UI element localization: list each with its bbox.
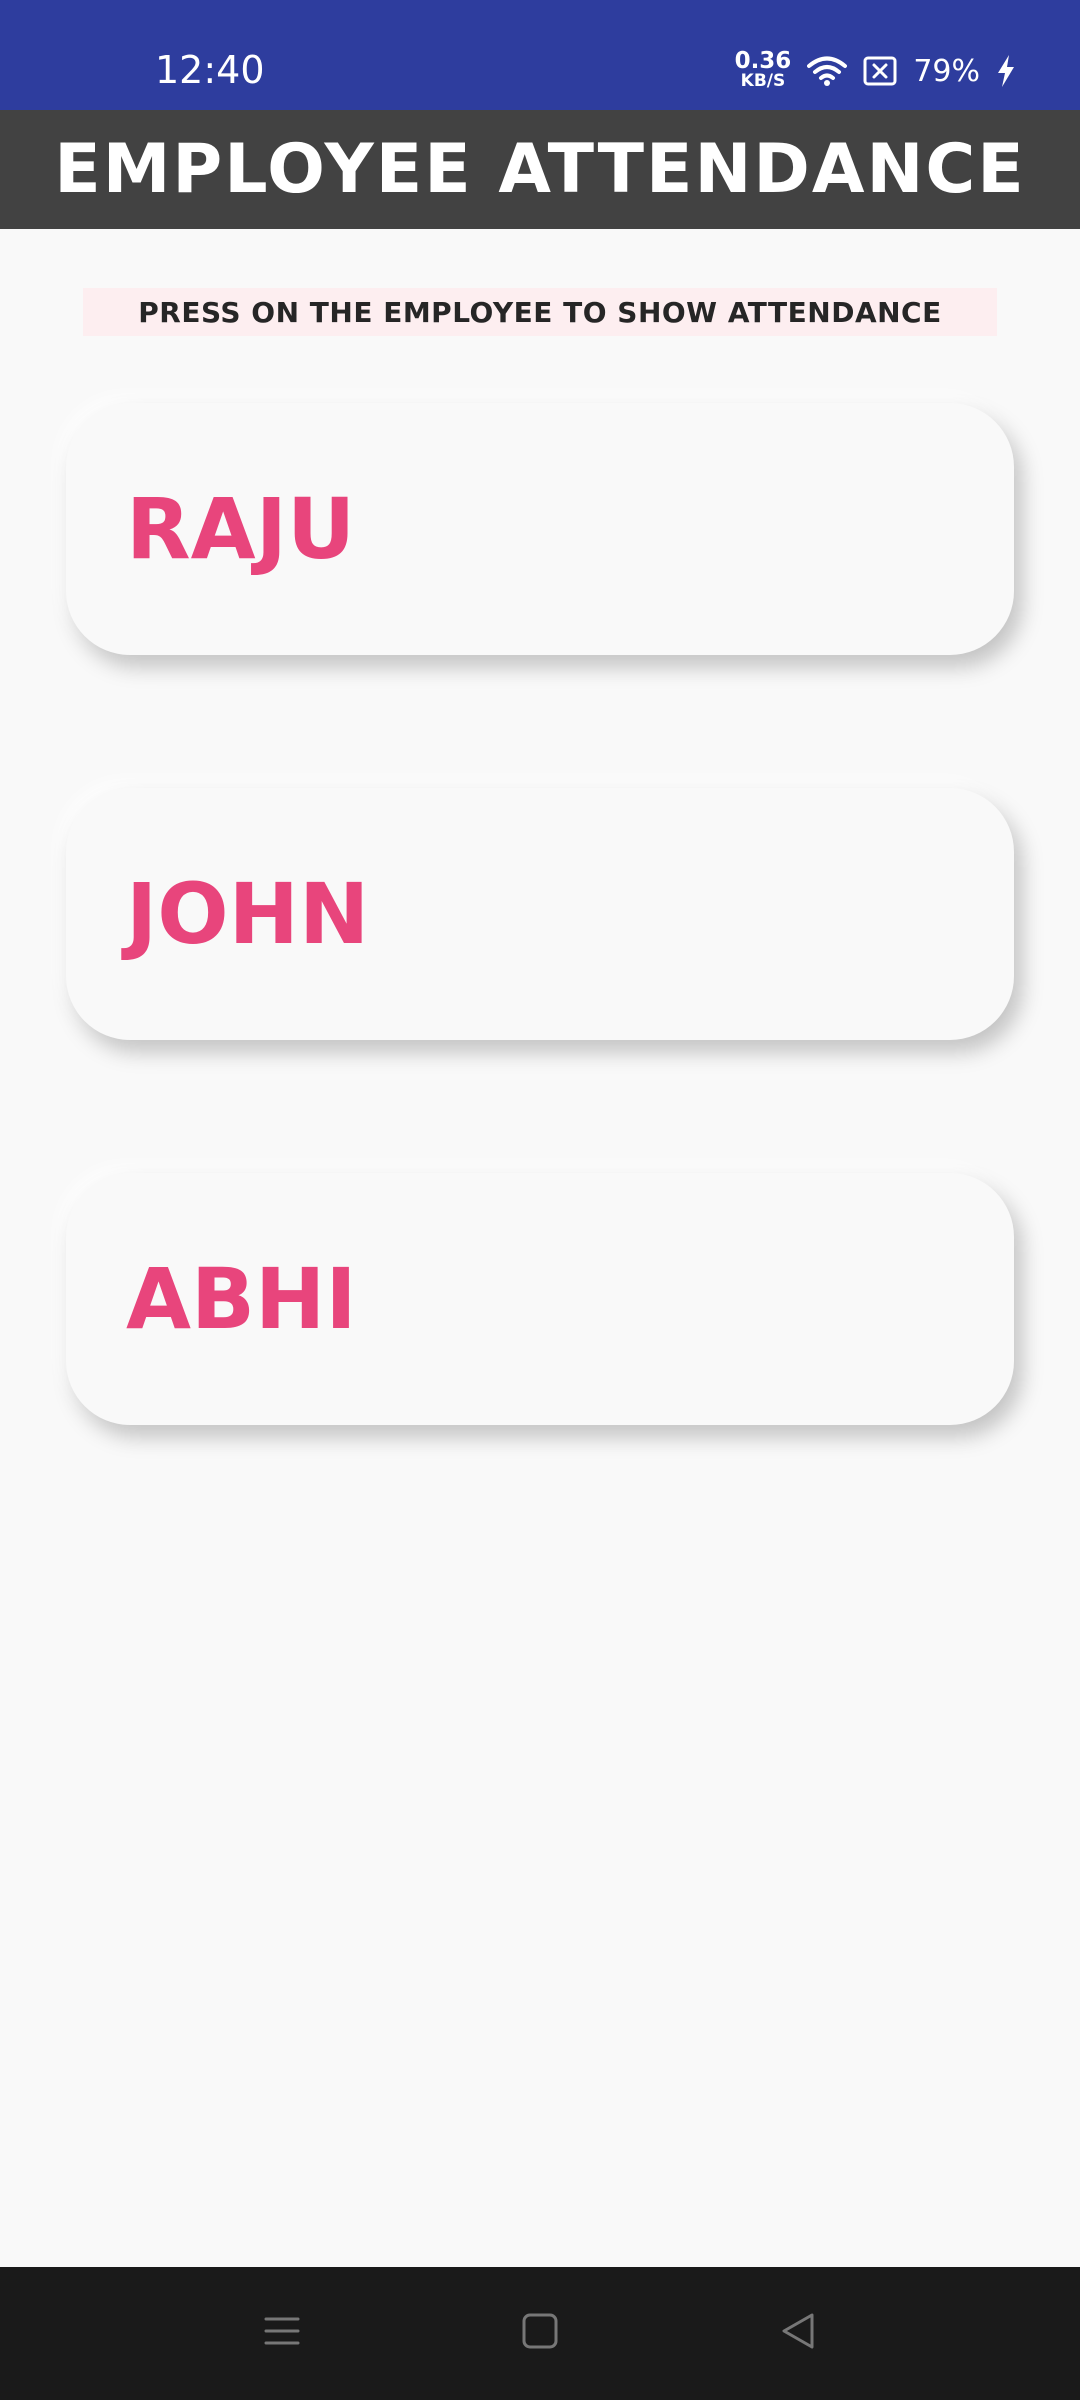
status-bar: 12:40 0.36 KB/S 79%	[0, 0, 1080, 110]
back-icon	[778, 2311, 818, 2355]
wifi-icon	[807, 55, 848, 87]
network-speed-unit: KB/S	[740, 71, 786, 91]
employee-name: RAJU	[126, 480, 356, 578]
instruction-banner: PRESS ON THE EMPLOYEE TO SHOW ATTENDANCE	[83, 288, 997, 336]
app-bar: EMPLOYEE ATTENDANCE	[0, 110, 1080, 229]
employee-card-abhi[interactable]: ABHI	[66, 1173, 1014, 1425]
network-speed: 0.36 KB/S	[734, 48, 792, 92]
employee-card-raju[interactable]: RAJU	[66, 403, 1014, 655]
charging-icon	[996, 54, 1016, 88]
menu-icon	[262, 2311, 302, 2355]
page-title: EMPLOYEE ATTENDANCE	[54, 130, 1026, 209]
battery-level: 79%	[913, 53, 980, 89]
employee-card-john[interactable]: JOHN	[66, 788, 1014, 1040]
menu-button[interactable]	[242, 2297, 322, 2369]
sim-off-icon	[863, 56, 897, 86]
status-time: 12:40	[155, 48, 265, 92]
employee-name: JOHN	[126, 865, 370, 963]
employee-name: ABHI	[126, 1250, 357, 1348]
status-icons: 0.36 KB/S 79%	[735, 46, 1016, 96]
network-speed-value: 0.36	[734, 48, 792, 74]
home-button[interactable]	[500, 2297, 580, 2369]
instruction-text: PRESS ON THE EMPLOYEE TO SHOW ATTENDANCE	[138, 295, 942, 329]
back-button[interactable]	[758, 2297, 838, 2369]
navigation-bar	[0, 2267, 1080, 2400]
screen: 12:40 0.36 KB/S 79% EMPLOYEE ATTENDANCE …	[0, 0, 1080, 2400]
home-icon	[520, 2311, 560, 2355]
